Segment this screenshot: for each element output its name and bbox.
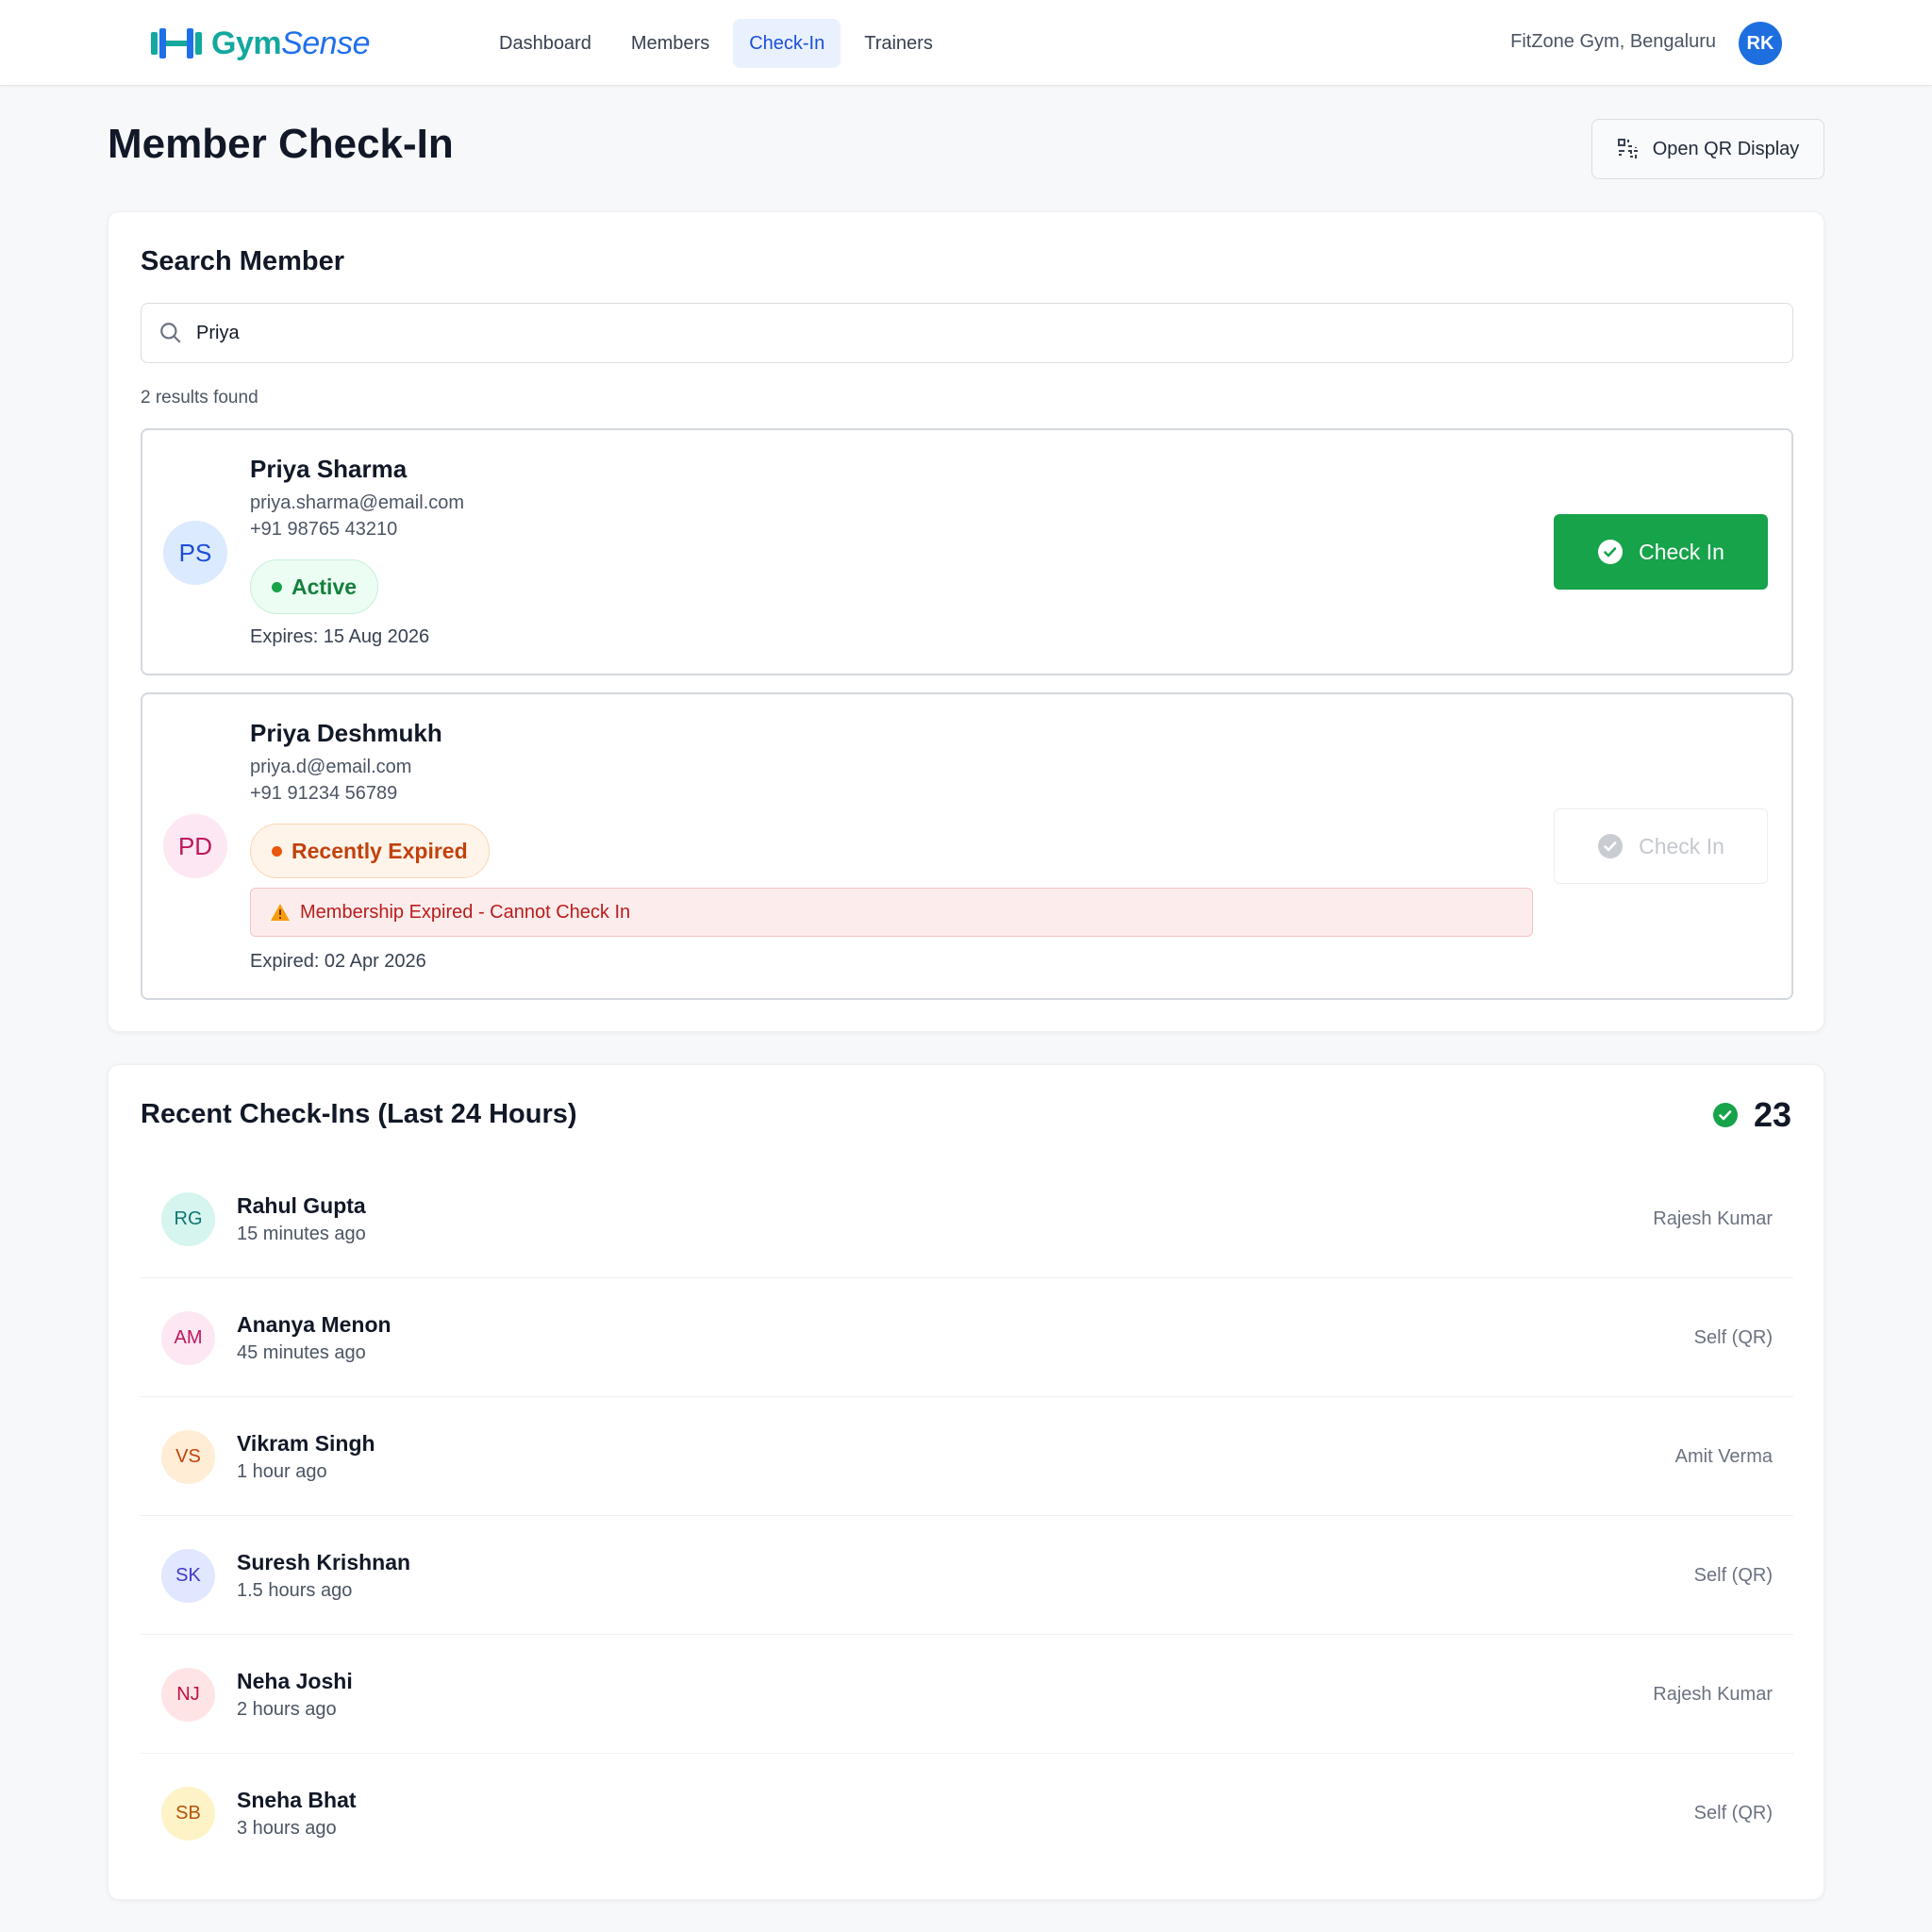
member-name: Priya Deshmukh [250, 719, 442, 747]
member-result-card: PD Priya Deshmukh priya.d@email.com +91 … [141, 692, 1793, 1000]
search-icon [160, 323, 181, 343]
brand-name: GymSense [211, 25, 370, 61]
page-title: Member Check-In [108, 121, 454, 167]
nav-check-in[interactable]: Check-In [733, 19, 841, 68]
dumbbell-icon [151, 28, 202, 58]
nav-members[interactable]: Members [615, 19, 725, 68]
check-in-label: Check In [1639, 539, 1724, 564]
open-qr-display-label: Open QR Display [1652, 138, 1800, 159]
check-in-time: 2 hours ago [237, 1699, 337, 1720]
member-avatar: PD [163, 814, 227, 878]
check-in-count: 23 [1712, 1095, 1791, 1135]
check-circle-icon [1598, 834, 1624, 858]
member-result-card: PS Priya Sharma priya.sharma@email.com +… [141, 428, 1793, 675]
search-member-card: Search Member 2 results found PS Priya S… [108, 211, 1824, 1032]
check-in-time: 1 hour ago [237, 1461, 327, 1482]
member-avatar: SK [161, 1549, 215, 1603]
search-input[interactable] [196, 322, 1706, 344]
check-in-button-disabled[interactable]: Check In [1554, 808, 1768, 884]
gym-location: FitZone Gym, Bengaluru [1510, 31, 1716, 52]
status-dot-icon [272, 581, 282, 592]
membership-expiry: Expires: 15 Aug 2026 [250, 626, 430, 647]
recent-check-in-row[interactable]: RG Rahul Gupta 15 minutes ago Rajesh Kum… [141, 1159, 1793, 1278]
warning-text: Membership Expired - Cannot Check In [300, 901, 631, 923]
checked-in-by: Self (QR) [1693, 1803, 1773, 1824]
status-badge-expired: Recently Expired [250, 824, 490, 878]
member-phone: +91 91234 56789 [250, 783, 398, 804]
check-in-label: Check In [1639, 833, 1724, 858]
nav-dashboard[interactable]: Dashboard [483, 19, 608, 68]
member-avatar: AM [161, 1311, 215, 1365]
membership-expired-warning: Membership Expired - Cannot Check In [250, 888, 1533, 937]
checked-in-by: Rajesh Kumar [1653, 1684, 1773, 1705]
checked-in-by: Amit Verma [1674, 1446, 1773, 1467]
checked-in-by: Self (QR) [1693, 1565, 1773, 1586]
check-in-time: 1.5 hours ago [237, 1580, 353, 1601]
member-email: priya.sharma@email.com [250, 492, 465, 513]
search-field[interactable] [141, 303, 1793, 363]
member-avatar: VS [161, 1430, 215, 1484]
member-avatar: PS [163, 521, 227, 585]
recent-check-in-row[interactable]: SK Suresh Krishnan 1.5 hours ago Self (Q… [141, 1516, 1793, 1635]
member-name: Priya Sharma [250, 455, 408, 483]
member-name: Suresh Krishnan [237, 1550, 411, 1574]
checked-in-by: Self (QR) [1693, 1327, 1773, 1348]
check-in-time: 3 hours ago [237, 1818, 337, 1839]
member-name: Rahul Gupta [237, 1193, 366, 1218]
checked-in-by: Rajesh Kumar [1653, 1208, 1773, 1229]
recent-check-in-row[interactable]: SB Sneha Bhat 3 hours ago Self (QR) [141, 1754, 1793, 1873]
recent-check-ins-card: Recent Check-Ins (Last 24 Hours) 23 RG R… [108, 1064, 1824, 1900]
recent-section-title: Recent Check-Ins (Last 24 Hours) [141, 1099, 577, 1129]
recent-check-in-row[interactable]: NJ Neha Joshi 2 hours ago Rajesh Kumar [141, 1635, 1793, 1754]
results-count: 2 results found [141, 388, 258, 408]
check-in-time: 15 minutes ago [237, 1224, 366, 1244]
check-in-time: 45 minutes ago [237, 1342, 366, 1363]
membership-expiry: Expired: 02 Apr 2026 [250, 951, 426, 972]
nav-trainers[interactable]: Trainers [848, 19, 949, 68]
member-name: Sneha Bhat [237, 1788, 357, 1812]
status-label: Active [291, 574, 358, 599]
member-name: Ananya Menon [237, 1312, 391, 1337]
search-section-title: Search Member [141, 246, 344, 276]
open-qr-display-button[interactable]: Open QR Display [1591, 119, 1824, 179]
member-avatar: SB [161, 1787, 215, 1840]
brand-logo[interactable]: GymSense [151, 25, 370, 62]
member-email: priya.d@email.com [250, 757, 412, 777]
warning-triangle-icon [271, 904, 290, 921]
main-nav: Dashboard Members Check-In Trainers [483, 19, 949, 68]
recent-check-in-row[interactable]: VS Vikram Singh 1 hour ago Amit Verma [141, 1397, 1793, 1516]
user-avatar[interactable]: RK [1739, 22, 1782, 65]
top-nav-bar: GymSense Dashboard Members Check-In Trai… [0, 0, 1932, 86]
member-phone: +91 98765 43210 [250, 519, 398, 540]
member-name: Neha Joshi [237, 1669, 353, 1693]
member-avatar: NJ [161, 1668, 215, 1722]
status-badge-active: Active [250, 559, 379, 614]
status-dot-icon [272, 845, 282, 857]
check-circle-icon [1712, 1103, 1738, 1127]
check-in-button[interactable]: Check In [1554, 514, 1768, 590]
status-label: Recently Expired [291, 838, 468, 863]
check-in-count-value: 23 [1753, 1095, 1791, 1134]
qr-code-icon [1617, 139, 1638, 158]
recent-check-in-row[interactable]: AM Ananya Menon 45 minutes ago Self (QR) [141, 1278, 1793, 1397]
member-avatar: RG [161, 1192, 215, 1246]
check-circle-icon [1598, 540, 1624, 564]
member-name: Vikram Singh [237, 1431, 375, 1456]
